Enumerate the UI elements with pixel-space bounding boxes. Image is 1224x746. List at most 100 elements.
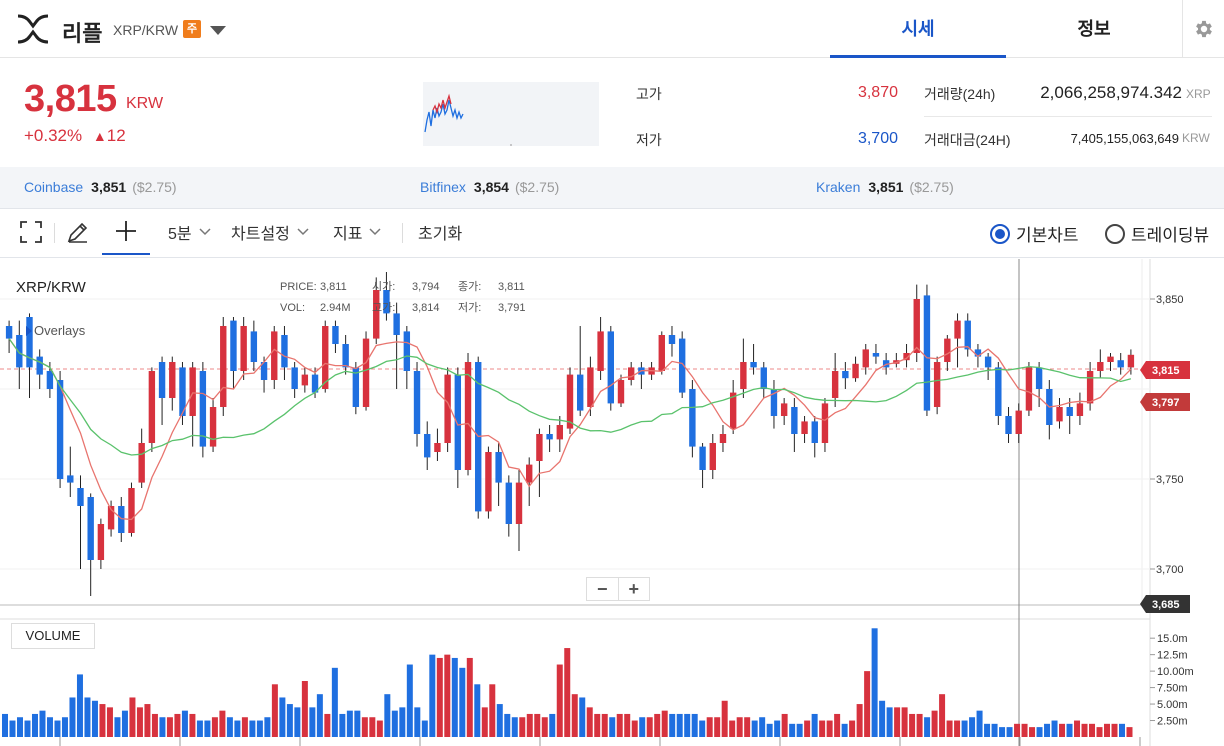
volume-bar <box>166 717 173 737</box>
volume-bar <box>819 720 826 737</box>
volume-bar <box>706 717 713 737</box>
volume-bar <box>541 717 548 737</box>
volume-bar <box>691 713 698 737</box>
crosshair-button[interactable] <box>102 209 150 255</box>
indicators-dropdown[interactable]: 지표 <box>333 209 382 255</box>
volume-bar <box>69 697 76 737</box>
volume-bar <box>16 717 23 737</box>
volume-bar <box>219 710 226 737</box>
exchange-usd: ($2.75) <box>132 179 177 195</box>
volume-bar <box>519 717 526 737</box>
volume-label: 거래량(24h) <box>924 86 996 102</box>
candle-up <box>362 338 370 407</box>
tradingview-radio[interactable]: 트레이딩뷰 <box>1105 221 1209 246</box>
exchange-kraken[interactable]: Kraken 3,851 ($2.75) <box>816 179 954 195</box>
exchange-price: 3,851 <box>91 179 127 195</box>
volume-bar <box>1119 723 1126 737</box>
overlays-toggle[interactable]: Overlays <box>0 323 85 338</box>
candle-up <box>526 464 533 483</box>
candle-down <box>36 356 43 375</box>
volume-bar <box>864 671 871 737</box>
draw-button[interactable] <box>66 209 90 255</box>
overlays-label: Overlays <box>34 323 86 338</box>
candle-down <box>995 367 1002 416</box>
volume-bar <box>826 720 833 737</box>
vol-tick-label: 12.5m <box>1157 650 1188 662</box>
candle-down <box>118 506 125 533</box>
candle-up <box>240 326 247 371</box>
vol-tick-label: 15.0m <box>1157 633 1188 645</box>
volume-bar <box>1081 723 1088 737</box>
exchange-prices-bar: Coinbase 3,851 ($2.75) Bitfinex 3,854 ($2.75… <box>0 167 1224 209</box>
candle-up <box>1086 371 1094 404</box>
tab-info[interactable]: 정보 <box>1006 0 1182 58</box>
current-price: 3,815 <box>24 78 117 120</box>
volume-bar <box>84 697 91 737</box>
exchange-bitfinex[interactable]: Bitfinex 3,854 ($2.75) <box>420 179 559 195</box>
candle-up <box>954 320 961 339</box>
candle-up <box>801 421 808 434</box>
volume-bar <box>609 717 616 737</box>
volume-bar <box>496 704 503 737</box>
candle-up <box>138 443 145 483</box>
pair-label: XRP/KRW <box>113 22 179 38</box>
chart-settings-dropdown[interactable]: 차트설정 <box>231 209 310 255</box>
volume-bar <box>339 713 346 737</box>
settings-button[interactable] <box>1182 0 1224 58</box>
volume-bar <box>984 723 991 737</box>
interval-dropdown[interactable]: 5분 <box>168 209 212 255</box>
candle-up <box>148 371 156 443</box>
volume-bar <box>421 720 428 737</box>
volume-bar <box>114 717 121 737</box>
basic-chart-label: 기본차트 <box>1016 226 1079 245</box>
volume-bar <box>976 710 983 737</box>
volume-bar <box>121 710 128 737</box>
zoom-in-button[interactable]: + <box>619 578 650 600</box>
candle-up <box>566 374 574 429</box>
vol-tick-label: 5.00m <box>1157 699 1188 711</box>
basic-chart-radio[interactable]: 기본차트 <box>990 221 1079 246</box>
candle-down <box>413 371 421 434</box>
candle-down <box>750 362 757 368</box>
volume-bar <box>781 713 788 737</box>
volume-bar <box>211 717 218 737</box>
volume-bar <box>76 674 83 737</box>
exchange-coinbase[interactable]: Coinbase 3,851 ($2.75) <box>24 179 177 195</box>
candle-up <box>271 331 278 380</box>
volume-bar <box>234 720 241 737</box>
candle-up <box>597 331 604 371</box>
candle-down <box>760 367 767 389</box>
volume-bar <box>294 707 301 737</box>
candle-up <box>617 380 625 404</box>
volume-bar <box>796 723 803 737</box>
candle-up <box>831 371 839 398</box>
volume-bar <box>736 717 743 737</box>
volume-bar <box>601 713 608 737</box>
current-price-tag: 3,815 <box>1152 365 1180 377</box>
volume-bar <box>489 684 496 737</box>
price-chart[interactable]: 3,850 3,750 3,700 3,815 3,797 3,685 15.0m 12.5m… <box>0 259 1224 746</box>
volume-bar <box>406 664 413 737</box>
tab-market[interactable]: 시세 <box>830 0 1006 58</box>
volume-bar <box>714 717 721 737</box>
legend-open-value: 3,794 <box>412 281 440 293</box>
volume-bar <box>286 704 293 737</box>
candle-up <box>515 482 523 524</box>
volume-bar <box>466 657 473 737</box>
volume-bar <box>564 648 571 737</box>
zoom-out-button[interactable]: − <box>587 578 619 600</box>
coin-name: 리플 <box>62 21 103 46</box>
coin-dropdown-icon[interactable] <box>210 26 226 35</box>
candlestick-chart[interactable]: 3,850 3,750 3,700 3,815 3,797 3,685 15.0m 12.5m… <box>0 259 1224 746</box>
volume-bar <box>384 694 391 737</box>
volume-bar <box>309 707 316 737</box>
volume-bar <box>1021 723 1028 737</box>
volume-bar <box>534 713 541 737</box>
volume-bar <box>744 717 751 737</box>
volume-value: 2,066,258,974.342 <box>1040 83 1182 102</box>
reset-button[interactable]: 초기화 <box>418 209 462 255</box>
volume-bar <box>901 707 908 737</box>
volume-bar <box>991 723 998 737</box>
volume-bar <box>504 713 511 737</box>
fullscreen-button[interactable] <box>20 209 42 255</box>
